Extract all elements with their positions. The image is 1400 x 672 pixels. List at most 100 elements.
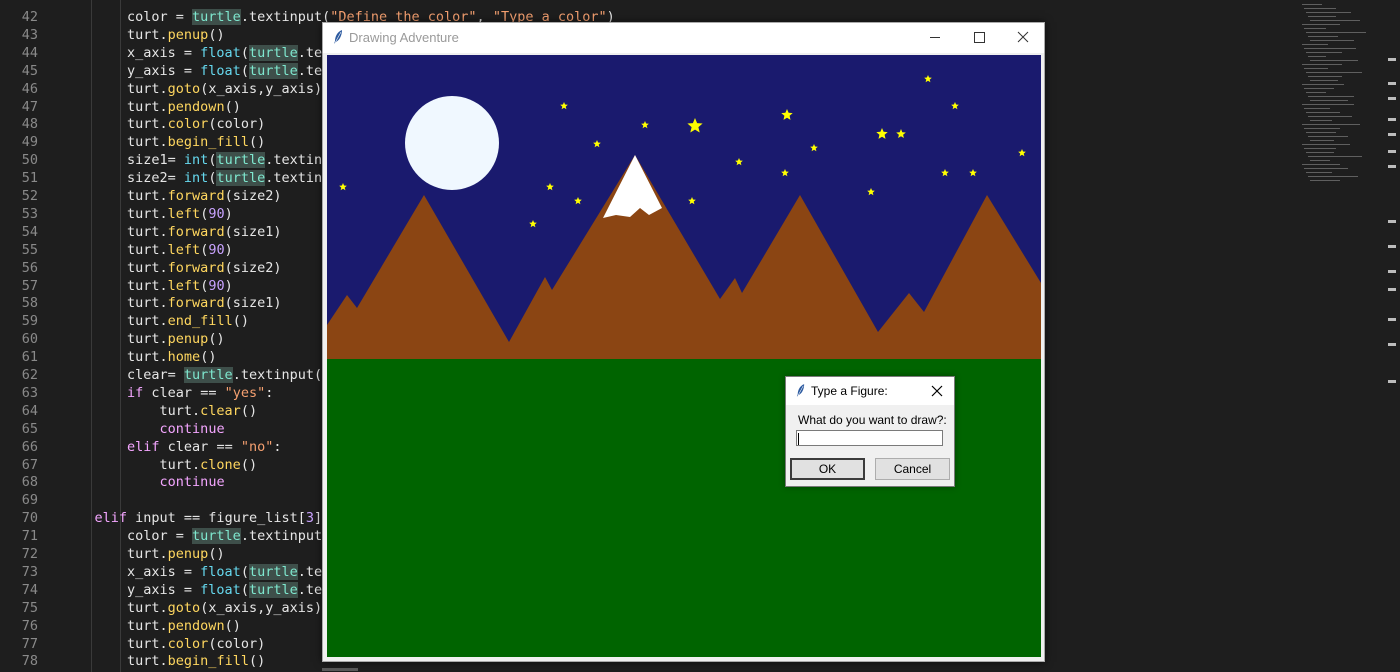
window-titlebar[interactable]: Drawing Adventure — [323, 23, 1044, 53]
minimap-line — [1304, 168, 1348, 169]
code-text: turt.end_fill() — [62, 313, 249, 330]
line-number: 48 — [21, 116, 38, 133]
line-number: 45 — [21, 62, 38, 79]
code-text: clear= turtle.textinput( — [62, 367, 323, 383]
code-text: turt.pendown() — [62, 617, 241, 634]
minimap-line — [1302, 104, 1354, 105]
minimap-line — [1302, 24, 1340, 25]
line-number: 63 — [21, 384, 38, 401]
code-text: size2= int(turtle.textin — [62, 170, 323, 187]
code-text: turt.penup() — [62, 331, 225, 348]
ok-button[interactable]: OK — [790, 458, 865, 480]
text-caret — [798, 433, 799, 445]
code-text: turt.forward(size2) — [62, 188, 282, 204]
minimap-line — [1306, 132, 1336, 133]
maximize-icon — [974, 32, 985, 43]
scroll-marker — [1388, 288, 1396, 291]
scroll-marker — [1388, 380, 1396, 383]
line-number: 73 — [21, 563, 38, 580]
line-number: 76 — [21, 617, 38, 634]
minimize-icon — [930, 37, 940, 38]
vertical-scrollbar[interactable] — [1384, 0, 1400, 672]
type-figure-dialog[interactable]: Type a Figure: What do you want to draw?… — [785, 376, 955, 487]
line-number: 53 — [21, 205, 38, 222]
code-text: turt.penup() — [62, 546, 225, 562]
code-text: turt.goto(x_axis,y_axis) — [62, 599, 323, 616]
minimap-line — [1306, 72, 1362, 73]
maximize-button[interactable] — [957, 23, 1001, 53]
code-text: turt.penup() — [62, 26, 225, 43]
line-number: 43 — [21, 26, 38, 43]
line-number: 69 — [21, 492, 38, 509]
line-number: 78 — [21, 653, 38, 670]
minimap-line — [1304, 68, 1328, 69]
minimap-line — [1310, 20, 1360, 21]
minimize-button[interactable] — [913, 23, 957, 53]
minimap-line — [1306, 12, 1351, 13]
line-number: 64 — [21, 402, 38, 419]
minimap-line — [1310, 100, 1348, 101]
cancel-button[interactable]: Cancel — [875, 458, 950, 480]
line-number: 42 — [21, 9, 38, 25]
horizontal-scrollbar-thumb[interactable] — [322, 668, 358, 671]
minimap-line — [1304, 148, 1336, 149]
line-number: 71 — [21, 528, 38, 545]
minimap-line — [1302, 4, 1322, 5]
code-text: y_axis = float(turtle.te — [62, 62, 323, 79]
figure-input[interactable] — [796, 430, 943, 446]
turtle-window[interactable]: Drawing Adventure — [322, 22, 1045, 662]
scroll-marker — [1388, 150, 1396, 153]
minimap-line — [1308, 96, 1354, 97]
code-text: color = turtle.textinput( — [62, 528, 331, 545]
line-number: 74 — [21, 581, 38, 598]
code-text: x_axis = float(turtle.te — [62, 563, 323, 580]
line-number: 68 — [21, 474, 38, 491]
line-number: 70 — [21, 510, 38, 527]
minimap-line — [1308, 136, 1348, 137]
window-title: Drawing Adventure — [349, 30, 459, 45]
code-text: y_axis = float(turtle.te — [62, 581, 323, 598]
code-text: turt.color(color) — [62, 635, 266, 652]
minimap-line — [1308, 76, 1342, 77]
close-icon — [1017, 31, 1029, 43]
code-text: if clear == "yes": — [127, 384, 274, 401]
scroll-marker — [1388, 58, 1396, 61]
minimap-line — [1306, 92, 1326, 93]
minimap-line — [1308, 156, 1362, 157]
dialog-close-button[interactable] — [926, 381, 948, 401]
minimap-line — [1306, 172, 1332, 173]
code-text: turt.color(color) — [62, 116, 266, 133]
close-icon — [931, 385, 943, 397]
turtle-canvas[interactable] — [327, 55, 1041, 657]
scroll-marker — [1388, 97, 1396, 100]
scroll-marker — [1388, 82, 1396, 85]
line-number: 51 — [21, 170, 38, 187]
line-number: 59 — [21, 313, 38, 330]
code-text: turt.clone() — [62, 456, 258, 473]
minimap[interactable] — [1300, 0, 1384, 190]
feather-icon — [796, 384, 805, 397]
scroll-marker — [1388, 165, 1396, 168]
line-number: 67 — [21, 456, 38, 473]
minimap-line — [1302, 144, 1350, 145]
dialog-titlebar[interactable]: Type a Figure: — [786, 377, 954, 405]
minimap-line — [1308, 16, 1336, 17]
scroll-marker — [1388, 343, 1396, 346]
code-text: elif input == figure_list[3] — [94, 510, 323, 527]
code-text: elif clear == "no": — [127, 438, 282, 455]
minimap-line — [1302, 44, 1328, 45]
scroll-marker — [1388, 245, 1396, 248]
line-number: 47 — [21, 98, 38, 115]
code-text: turt.forward(size1) — [62, 223, 282, 240]
scroll-marker — [1388, 220, 1396, 223]
line-number: 52 — [21, 188, 38, 204]
close-button[interactable] — [1001, 23, 1045, 53]
moon — [405, 96, 499, 190]
line-number: 61 — [21, 349, 38, 366]
line-number: 55 — [21, 241, 38, 258]
minimap-line — [1308, 56, 1326, 57]
scroll-marker — [1388, 270, 1396, 273]
code-text: size1= int(turtle.textin — [62, 152, 323, 169]
code-text: turt.goto(x_axis,y_axis) — [62, 80, 323, 97]
minimap-line — [1306, 52, 1342, 53]
